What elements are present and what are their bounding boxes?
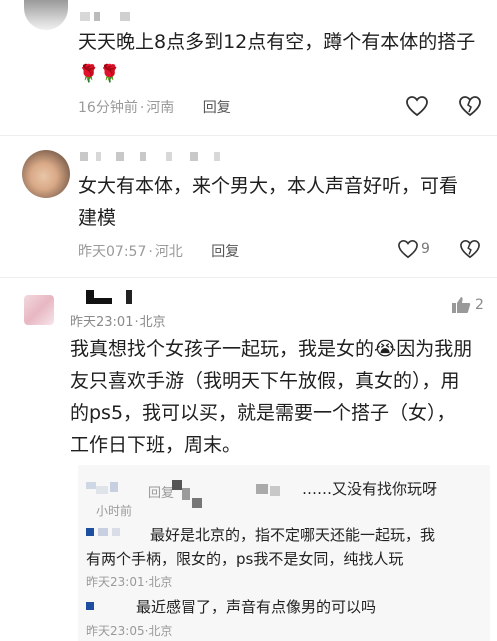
- heart-icon[interactable]: [397, 239, 419, 259]
- reply-button[interactable]: 回复: [148, 482, 174, 501]
- reply-button[interactable]: 回复: [203, 100, 231, 116]
- reply-location: 北京: [148, 575, 173, 589]
- avatar[interactable]: [22, 150, 70, 198]
- reply-meta: 昨天23:05·北京: [86, 622, 172, 639]
- meta-separator: ·: [139, 100, 145, 116]
- comment-meta: 昨天23:01·北京: [70, 311, 166, 330]
- username-blurred[interactable]: [80, 12, 140, 21]
- comment-location: 河南: [146, 100, 175, 116]
- reply-time: 小时前: [96, 504, 133, 518]
- comment-location: 北京: [139, 315, 166, 330]
- reply-username-blurred[interactable]: [86, 482, 146, 496]
- username-blurred[interactable]: [80, 152, 240, 161]
- comment-meta: 昨天07:57 · 河北 回复: [78, 241, 239, 261]
- divider: [0, 277, 497, 278]
- comment-text: 女大有本体，来个男大，本人声音好听，可看: [78, 175, 459, 197]
- meta-separator: ·: [148, 244, 153, 260]
- reply-username-blurred[interactable]: [86, 602, 106, 612]
- comment-time: 昨天07:57: [78, 244, 147, 260]
- reply-text: 最近感冒了，声音有点像男的可以吗: [136, 598, 377, 616]
- broken-heart-icon[interactable]: [458, 95, 482, 117]
- reply-button[interactable]: 回复: [211, 244, 239, 260]
- comment-text: 我真想找个女孩子一起玩，我是女的😭因为我朋: [70, 338, 473, 360]
- comment-text: 建模: [78, 207, 117, 229]
- reply-meta: 昨天23:01·北京: [86, 573, 172, 590]
- username-blurred[interactable]: [86, 290, 146, 304]
- reply-username-blurred[interactable]: [86, 526, 146, 540]
- comment-time: 16分钟前: [78, 100, 138, 116]
- mosaic-block: [256, 484, 292, 498]
- comment-text: 天天晚上8点多到12点有空，蹲个有本体的搭子: [78, 31, 476, 53]
- broken-heart-icon[interactable]: [459, 239, 481, 259]
- reply-text: ……又没有找你玩呀: [302, 480, 438, 498]
- avatar[interactable]: [24, 0, 68, 30]
- avatar[interactable]: [24, 295, 54, 325]
- reply-location: 北京: [148, 624, 173, 638]
- comment-text: 友只喜欢手游（我明天下午放假，真女的），用: [70, 370, 460, 392]
- like-count: 2: [475, 297, 484, 313]
- comment-location: 河北: [154, 244, 183, 260]
- thumbs-up-icon[interactable]: [451, 296, 471, 314]
- heart-icon[interactable]: [405, 95, 429, 117]
- divider: [0, 135, 497, 136]
- reply-time: 昨天23:05: [86, 624, 145, 638]
- reply-time: 昨天23:01: [86, 575, 145, 589]
- comment-time: 昨天23:01: [70, 315, 134, 330]
- reply-text: 有两个手柄，限女的，ps我不是女同，纯找人玩: [86, 550, 404, 568]
- comment-meta: 16分钟前 · 河南 回复: [78, 97, 231, 117]
- like-count: 9: [421, 241, 430, 257]
- mosaic-block: [172, 480, 212, 510]
- comment-text: 工作日下班，周末。: [70, 434, 242, 456]
- comment-text: 的ps5，我可以买，就是需要一个搭子（女），: [70, 402, 456, 424]
- comment-emoji: 🌹🌹: [78, 64, 121, 84]
- meta-separator: ·: [134, 315, 139, 330]
- reply-text: 最好是北京的，指不定哪天还能一起玩，我: [150, 526, 436, 544]
